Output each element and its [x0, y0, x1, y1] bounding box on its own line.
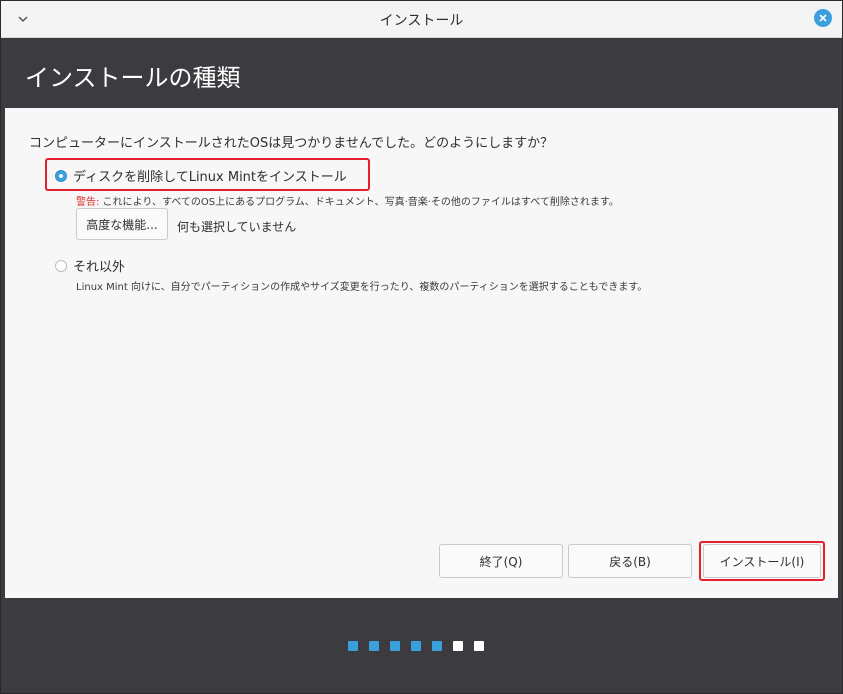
- page-header: インストールの種類: [5, 38, 838, 108]
- option-erase-disk-label: ディスクを削除してLinux Mintをインストール: [73, 170, 347, 185]
- advanced-features-button[interactable]: 高度な機能...: [76, 208, 168, 240]
- quit-button[interactable]: 終了(Q): [439, 544, 563, 578]
- installer-window: インストール インストールの種類 コンピューターにインストールされたOSは見つか…: [0, 0, 843, 694]
- progress-step-dot: [348, 641, 358, 651]
- progress-step-dot: [390, 641, 400, 651]
- warning-label: 警告:: [76, 197, 100, 208]
- option-something-else[interactable]: それ以外: [55, 256, 125, 275]
- question-text: コンピューターにインストールされたOSは見つかりませんでした。どのようにしますか…: [29, 136, 554, 151]
- option-something-else-label: それ以外: [73, 260, 126, 275]
- radio-something-else[interactable]: [55, 259, 67, 272]
- advanced-status-text: 何も選択していません: [177, 220, 297, 234]
- title-bar: インストール: [1, 1, 842, 38]
- progress-footer: [5, 598, 838, 692]
- install-button[interactable]: インストール(I): [703, 544, 821, 578]
- progress-step-dot: [474, 641, 484, 651]
- progress-step-dot: [432, 641, 442, 651]
- progress-step-dot: [411, 641, 421, 651]
- progress-step-dot: [369, 641, 379, 651]
- progress-step-dot: [453, 641, 463, 651]
- page-title: インストールの種類: [25, 64, 241, 92]
- warning-text: これにより、すべてのOS上にあるプログラム、ドキュメント、写真·音楽·その他のフ…: [99, 197, 619, 208]
- radio-erase-disk[interactable]: [55, 169, 67, 182]
- something-else-description: Linux Mint 向けに、自分でパーティションの作成やサイズ変更を行ったり、…: [76, 282, 648, 293]
- back-button[interactable]: 戻る(B): [568, 544, 692, 578]
- install-type-panel: コンピューターにインストールされたOSは見つかりませんでした。どのようにしますか…: [5, 108, 838, 598]
- option-erase-disk[interactable]: ディスクを削除してLinux Mintをインストール: [55, 166, 347, 185]
- progress-dots: [348, 641, 484, 651]
- close-icon: [819, 14, 827, 22]
- close-button[interactable]: [814, 9, 832, 27]
- erase-warning: 警告: これにより、すべてのOS上にあるプログラム、ドキュメント、写真·音楽·そ…: [76, 193, 619, 208]
- window-title: インストール: [379, 13, 464, 29]
